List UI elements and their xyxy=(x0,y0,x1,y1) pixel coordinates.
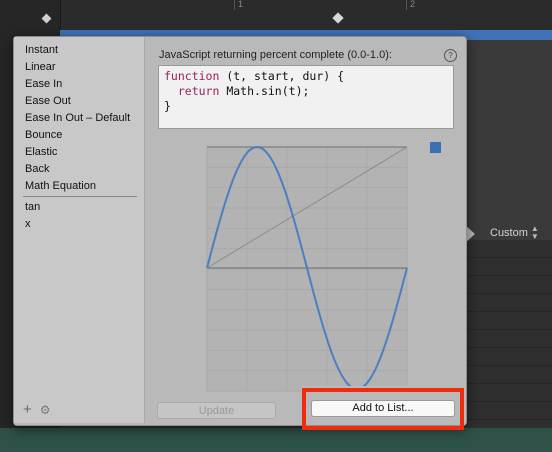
plus-icon[interactable]: + xyxy=(23,402,32,417)
preset-item[interactable]: Ease Out xyxy=(14,93,144,110)
keyframe-row xyxy=(0,10,552,28)
ruler-tick xyxy=(406,0,407,10)
preset-item[interactable]: Back xyxy=(14,161,144,178)
preset-item[interactable]: Ease In Out – Default xyxy=(14,110,144,127)
easing-curve-graph xyxy=(206,142,441,392)
updown-arrows-icon: ▲ ▼ xyxy=(530,224,539,241)
keyframe-marker[interactable] xyxy=(332,12,344,24)
preset-sidebar: Instant Linear Ease In Ease Out Ease In Out … xyxy=(14,37,145,423)
gear-icon[interactable]: ⚙ xyxy=(40,404,51,416)
graph-handles xyxy=(430,142,441,153)
interpolation-popup[interactable]: Custom ▲ ▼ xyxy=(483,224,552,242)
custom-preset-item[interactable]: tan xyxy=(14,199,144,216)
ruler-tick-label: 2 xyxy=(410,0,416,9)
preset-list: Instant Linear Ease In Ease Out Ease In Out … xyxy=(14,42,144,233)
update-button[interactable]: Update xyxy=(157,402,276,419)
ruler-tick xyxy=(234,0,235,10)
custom-interpolation-popover: Instant Linear Ease In Ease Out Ease In Out … xyxy=(13,36,467,426)
preset-item[interactable]: Instant xyxy=(14,42,144,59)
sidebar-footer: + ⚙ xyxy=(23,402,51,417)
preset-item[interactable]: Elastic xyxy=(14,144,144,161)
timeline-footer xyxy=(0,428,552,452)
preset-item[interactable]: Linear xyxy=(14,59,144,76)
interpolation-popup-label: Custom xyxy=(490,227,528,239)
editor-pane: JavaScript returning percent complete (0… xyxy=(145,37,465,423)
end-handle xyxy=(430,142,441,153)
sidebar-divider xyxy=(23,196,137,197)
preset-item[interactable]: Ease In xyxy=(14,76,144,93)
ruler-tick-label: 1 xyxy=(238,0,244,9)
preset-item[interactable]: Bounce xyxy=(14,127,144,144)
highlight-box xyxy=(302,388,464,430)
preset-item[interactable]: Math Equation xyxy=(14,178,144,195)
custom-preset-item[interactable]: x xyxy=(14,216,144,233)
